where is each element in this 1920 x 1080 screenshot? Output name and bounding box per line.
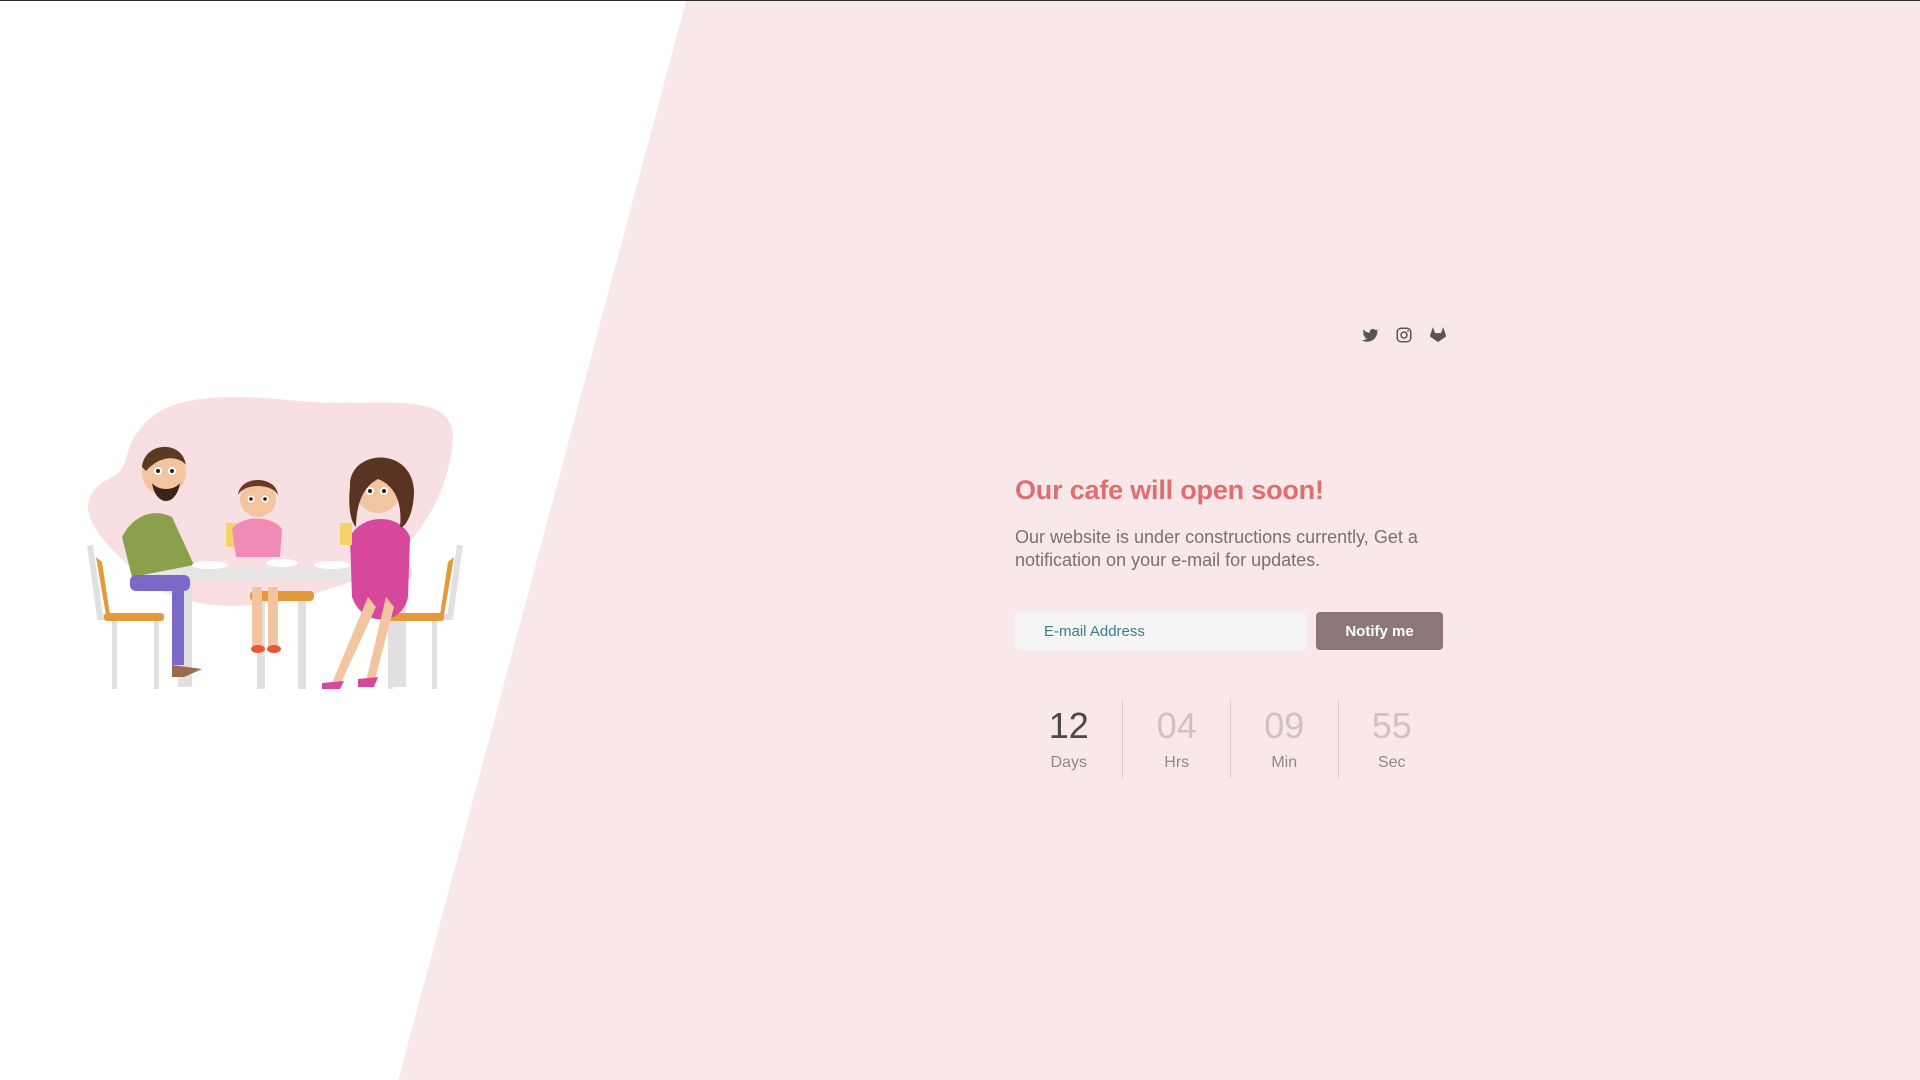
email-input[interactable] (1015, 612, 1306, 650)
countdown-days-value: 12 (1048, 705, 1089, 746)
countdown-hours-value: 04 (1156, 705, 1197, 746)
social-links (1360, 325, 1448, 345)
gitlab-icon[interactable] (1428, 325, 1448, 345)
countdown-hours-label: Hrs (1164, 754, 1190, 771)
main-content: Our cafe will open soon! Our website is … (1015, 475, 1445, 778)
twitter-icon[interactable] (1360, 325, 1380, 345)
countdown-seconds-label: Sec (1377, 754, 1406, 771)
countdown-seconds-value: 55 (1371, 705, 1412, 746)
family-dining-illustration (87, 397, 463, 689)
countdown-minutes-label: Min (1271, 754, 1298, 771)
countdown-minutes-value: 09 (1264, 705, 1305, 746)
notify-form: Notify me (1015, 612, 1445, 650)
countdown-timer: 12 Days 04 Hrs 09 Min 55 Sec (1015, 700, 1445, 778)
countdown-minutes: 09 Min (1229, 700, 1338, 778)
page-description: Our website is under constructions curre… (1015, 527, 1418, 570)
page-title: Our cafe will open soon! (1015, 475, 1324, 505)
countdown-hours: 04 Hrs (1122, 700, 1230, 778)
notify-button[interactable]: Notify me (1316, 612, 1443, 650)
countdown-days-label: Days (1050, 754, 1087, 771)
instagram-icon[interactable] (1394, 325, 1414, 345)
countdown-seconds: 55 Sec (1337, 700, 1446, 778)
countdown-days: 12 Days (1015, 700, 1122, 778)
coming-soon-page: Our cafe will open soon! Our website is … (0, 0, 1920, 1080)
